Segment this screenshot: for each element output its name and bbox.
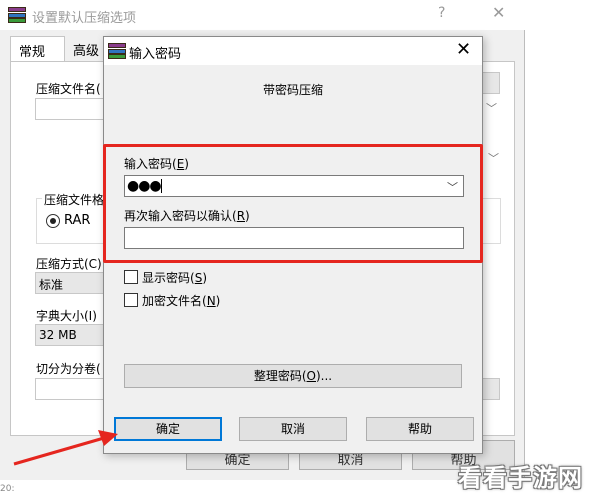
- encrypt-filenames-checkbox[interactable]: [124, 293, 138, 307]
- close-icon[interactable]: ✕: [492, 3, 505, 22]
- archive-format-group-edge: [483, 198, 501, 244]
- archive-name-label: 压缩文件名(: [36, 82, 101, 96]
- tab-general[interactable]: 常规: [10, 36, 65, 62]
- cancel-button[interactable]: 取消: [239, 417, 347, 441]
- chevron-down-icon[interactable]: ﹀: [486, 100, 497, 116]
- winrar-app-icon: [8, 6, 26, 24]
- format-rar-label: RAR: [64, 213, 91, 228]
- compression-method-select[interactable]: 标准: [35, 272, 105, 294]
- browse-button-edge[interactable]: [482, 72, 500, 94]
- dialog-title: 输入密码: [129, 47, 182, 62]
- dictionary-size-select[interactable]: 32 MB: [35, 324, 105, 346]
- dialog-titlebar: 输入密码 ✕: [104, 37, 482, 65]
- winrar-app-icon: [108, 42, 126, 60]
- dictionary-size-label: 字典大小(I): [36, 309, 97, 323]
- dictionary-size-value: 32 MB: [39, 328, 77, 342]
- highlight-box: [103, 144, 483, 263]
- close-icon[interactable]: ✕: [456, 39, 471, 60]
- ok-button[interactable]: 确定: [114, 417, 222, 441]
- help-icon[interactable]: ?: [438, 5, 445, 21]
- bottom-strip-text: 20:: [0, 484, 15, 494]
- compression-method-value: 标准: [39, 278, 64, 292]
- show-password-label: 显示密码(S): [142, 271, 207, 285]
- arrow-icon: [13, 430, 118, 466]
- split-volume-label: 切分为分卷(: [36, 362, 101, 376]
- format-rar-radio[interactable]: [46, 214, 60, 228]
- dialog-heading: 带密码压缩: [262, 83, 323, 97]
- compression-method-label: 压缩方式(C): [36, 257, 102, 271]
- watermark: 看看手游网: [458, 464, 583, 492]
- archive-name-input[interactable]: [35, 98, 105, 120]
- encrypt-filenames-label: 加密文件名(N): [142, 294, 221, 308]
- background-window-title: 设置默认压缩选项: [32, 11, 137, 26]
- chevron-down-icon[interactable]: ﹀: [488, 150, 499, 166]
- help-button[interactable]: 帮助: [366, 417, 474, 441]
- archive-format-label: 压缩文件格: [42, 191, 107, 208]
- split-volume-input[interactable]: [35, 378, 105, 400]
- show-password-checkbox[interactable]: [124, 270, 138, 284]
- background-titlebar: 设置默认压缩选项 ? ✕: [0, 0, 525, 30]
- split-volume-select-edge[interactable]: [482, 378, 500, 400]
- organize-passwords-button[interactable]: 整理密码(O)...: [124, 364, 462, 388]
